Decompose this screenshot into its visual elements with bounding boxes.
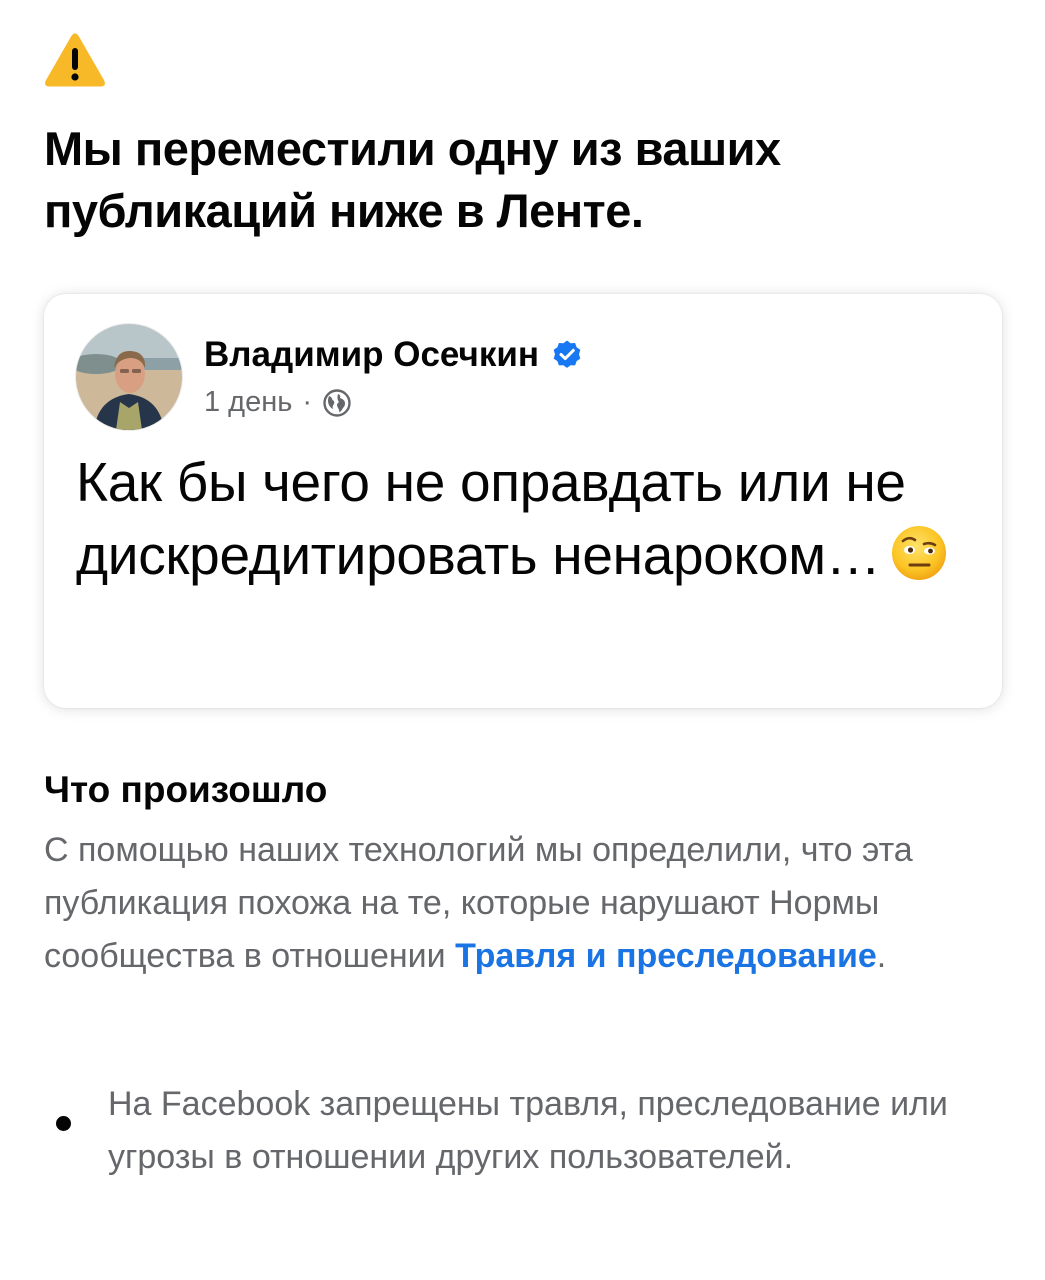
post-text-content: Как бы чего не оправдать или не дискреди… (76, 451, 906, 586)
verified-badge-icon (553, 340, 581, 368)
face-with-raised-eyebrow-icon (892, 526, 947, 580)
what-happened-title: Что произошло (44, 769, 328, 810)
post-text: Как бы чего не оправдать или не дискреди… (76, 446, 976, 592)
author-avatar[interactable] (76, 324, 182, 430)
meta-separator: · (302, 386, 313, 418)
post-meta: 1 день · (204, 386, 352, 419)
post-time[interactable]: 1 день (204, 386, 292, 419)
body-period: . (876, 937, 887, 975)
globe-icon (323, 388, 351, 417)
bullet-dot-icon (56, 1116, 71, 1131)
policy-link-bullying[interactable]: Травля и преследование (455, 937, 877, 975)
author-name[interactable]: Владимир Осечкин (204, 334, 539, 376)
notice-headline: Мы переместили одну из ваших публикаций … (44, 122, 781, 237)
post-preview-card[interactable]: Владимир Осечкин 1 день · Как бы чего не… (44, 294, 1002, 708)
what-happened-body: С помощью наших технологий мы определили… (44, 824, 1004, 983)
warning-triangle-icon (45, 33, 105, 87)
bullet-text: На Facebook запрещены травля, преследова… (108, 1085, 948, 1176)
